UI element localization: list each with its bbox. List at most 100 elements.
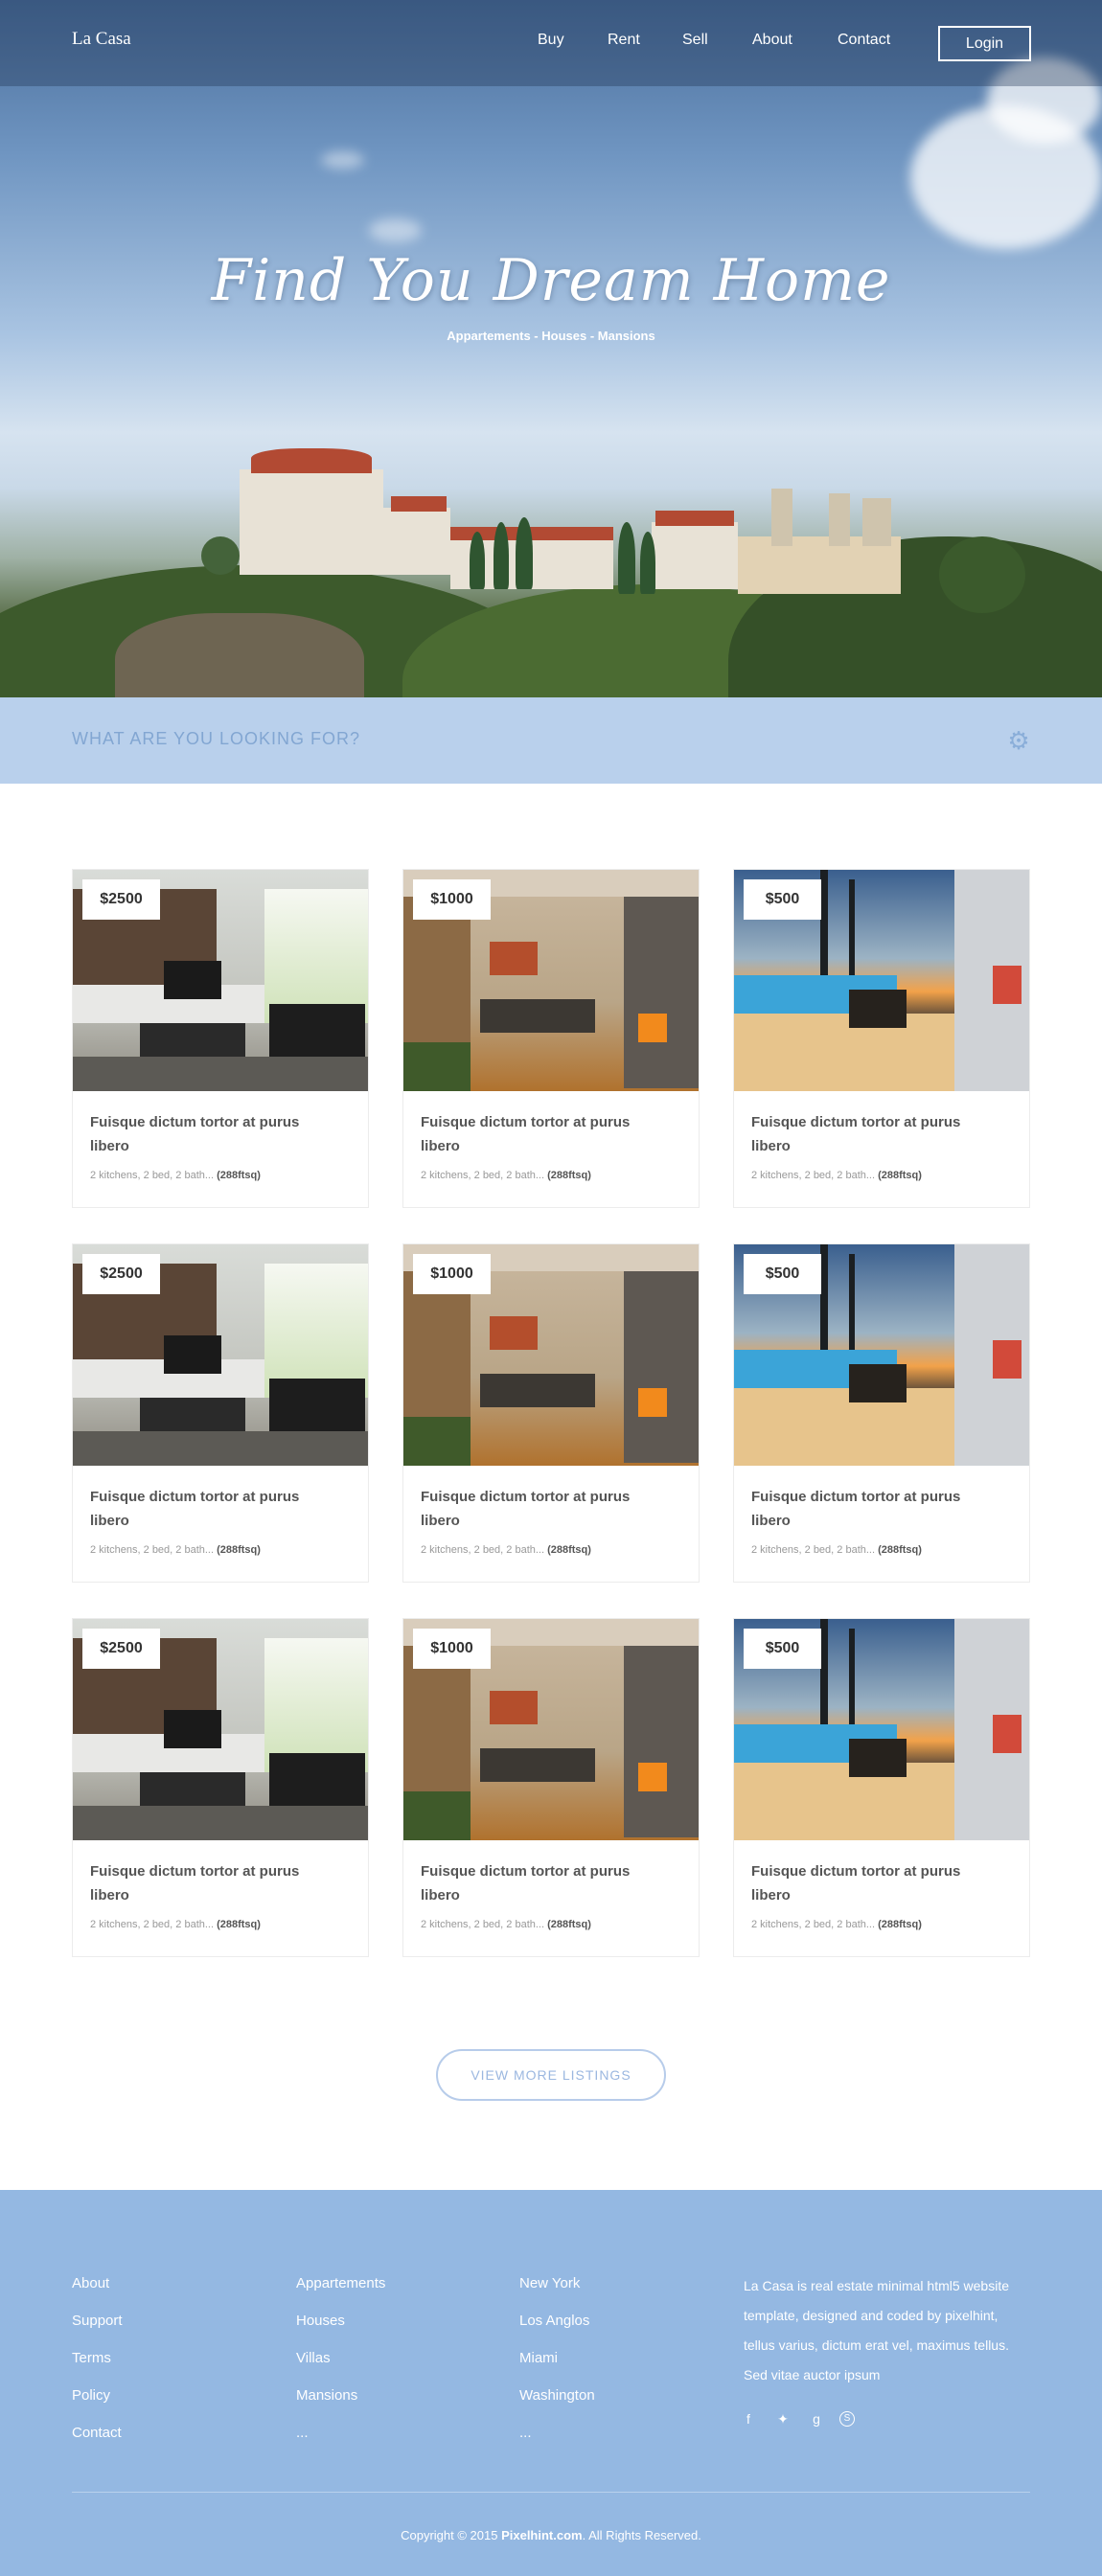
listing-card[interactable]: $500 Fuisque dictum tortor at purus liber… — [733, 1243, 1030, 1583]
footer-link-policy[interactable]: Policy — [72, 2387, 110, 2404]
listing-rooms: 2 kitchens, 2 bed, 2 bath... — [90, 1544, 215, 1556]
nav-sell[interactable]: Sell — [682, 32, 708, 49]
copyright-text: Copyright © 2015 Pixelhint.com. All Righ… — [0, 2528, 1102, 2542]
gear-icon[interactable]: ⚙ — [1006, 728, 1031, 753]
footer-link-more-types[interactable]: ... — [296, 2425, 309, 2441]
castle-roof — [251, 448, 372, 473]
castle-roof — [655, 511, 734, 526]
photo-detail — [73, 1431, 368, 1466]
footer-link-support[interactable]: Support — [72, 2313, 123, 2329]
footer-link-new-york[interactable]: New York — [519, 2275, 580, 2291]
footer-link-appartements[interactable]: Appartements — [296, 2275, 385, 2291]
footer-link-mansions[interactable]: Mansions — [296, 2387, 357, 2404]
footer-divider — [72, 2492, 1030, 2493]
listing-title[interactable]: Fuisque dictum tortor at purus libero — [421, 1485, 670, 1533]
listing-card[interactable]: $500 Fuisque dictum tortor at purus liber… — [733, 869, 1030, 1208]
tree — [201, 536, 240, 575]
listing-area: (288ftsq) — [217, 1170, 261, 1181]
photo-detail — [993, 966, 1022, 1004]
footer-link-miami[interactable]: Miami — [519, 2350, 558, 2366]
castle-building — [652, 522, 738, 589]
listing-details: 2 kitchens, 2 bed, 2 bath... (288ftsq) — [751, 1919, 922, 1930]
photo-detail — [140, 1023, 245, 1057]
google-icon[interactable]: g — [809, 2411, 824, 2427]
listing-title[interactable]: Fuisque dictum tortor at purus libero — [90, 1110, 339, 1158]
photo-detail — [164, 1710, 221, 1748]
photo-detail — [73, 1057, 368, 1091]
footer-link-terms[interactable]: Terms — [72, 2350, 111, 2366]
listing-title[interactable]: Fuisque dictum tortor at purus libero — [90, 1859, 339, 1907]
listing-card[interactable]: $500 Fuisque dictum tortor at purus liber… — [733, 1618, 1030, 1957]
cloud — [321, 151, 364, 169]
listing-title[interactable]: Fuisque dictum tortor at purus libero — [90, 1485, 339, 1533]
facebook-icon[interactable]: f — [741, 2411, 756, 2427]
copyright-prefix: Copyright © 2015 — [401, 2528, 498, 2542]
listing-area: (288ftsq) — [217, 1544, 261, 1556]
castle-building — [383, 508, 450, 575]
listing-title[interactable]: Fuisque dictum tortor at purus libero — [751, 1859, 1000, 1907]
footer-link-more-cities[interactable]: ... — [519, 2425, 532, 2441]
photo-detail — [164, 961, 221, 999]
twitter-icon[interactable]: ✦ — [775, 2411, 791, 2427]
photo-detail — [849, 879, 855, 975]
footer-link-villas[interactable]: Villas — [296, 2350, 331, 2366]
listing-card[interactable]: $2500 Fuisque dictum tortor at purus libe… — [72, 1243, 369, 1583]
castle-tower — [829, 493, 850, 546]
listing-details: 2 kitchens, 2 bed, 2 bath... (288ftsq) — [421, 1919, 591, 1930]
photo-detail — [403, 1271, 471, 1434]
listing-details: 2 kitchens, 2 bed, 2 bath... (288ftsq) — [751, 1544, 922, 1556]
search-prompt[interactable]: WHAT ARE YOU LOOKING FOR? — [72, 729, 360, 749]
photo-detail — [638, 1388, 667, 1417]
photo-detail — [264, 1638, 368, 1772]
photo-detail — [480, 999, 595, 1033]
search-bar[interactable]: WHAT ARE YOU LOOKING FOR? — [0, 697, 1102, 784]
login-button[interactable]: Login — [938, 26, 1031, 61]
listing-title[interactable]: Fuisque dictum tortor at purus libero — [751, 1110, 1000, 1158]
view-more-listings-button[interactable]: VIEW MORE LISTINGS — [436, 2049, 666, 2101]
photo-detail — [624, 1646, 699, 1837]
listing-card[interactable]: $1000 Fuisque dictum tortor at purus libe… — [402, 869, 700, 1208]
listing-card[interactable]: $1000 Fuisque dictum tortor at purus libe… — [402, 1243, 700, 1583]
footer-link-contact[interactable]: Contact — [72, 2425, 122, 2441]
tree — [494, 522, 509, 589]
listing-title[interactable]: Fuisque dictum tortor at purus libero — [751, 1485, 1000, 1533]
photo-detail — [480, 1748, 595, 1782]
photo-detail — [403, 1417, 471, 1466]
photo-detail — [403, 1646, 471, 1809]
footer-link-houses[interactable]: Houses — [296, 2313, 345, 2329]
brand-logo[interactable]: La Casa — [72, 29, 131, 50]
photo-detail — [638, 1763, 667, 1791]
photo-detail — [490, 1316, 538, 1350]
footer-link-los-anglos[interactable]: Los Anglos — [519, 2313, 589, 2329]
listing-rooms: 2 kitchens, 2 bed, 2 bath... — [751, 1919, 876, 1930]
listing-title[interactable]: Fuisque dictum tortor at purus libero — [421, 1859, 670, 1907]
footer-link-about[interactable]: About — [72, 2275, 109, 2291]
photo-detail — [403, 1791, 471, 1840]
nav-rent[interactable]: Rent — [608, 32, 640, 49]
photo-detail — [73, 1806, 368, 1840]
hero-subtitle: Appartements - Houses - Mansions — [447, 329, 655, 343]
photo-detail — [638, 1014, 667, 1042]
photo-detail — [264, 889, 368, 1023]
photo-detail — [820, 870, 828, 975]
nav-contact[interactable]: Contact — [838, 32, 890, 49]
tree — [640, 532, 655, 594]
listing-title[interactable]: Fuisque dictum tortor at purus libero — [421, 1110, 670, 1158]
hero-section: La Casa Buy Rent Sell About Contact Logi… — [0, 0, 1102, 697]
footer-link-washington[interactable]: Washington — [519, 2387, 595, 2404]
copyright-site-link[interactable]: Pixelhint.com — [501, 2528, 583, 2542]
tree — [618, 522, 635, 594]
photo-detail — [849, 990, 907, 1028]
nav-about[interactable]: About — [752, 32, 792, 49]
footer-about-text: La Casa is real estate minimal html5 web… — [744, 2278, 1010, 2382]
listing-area: (288ftsq) — [547, 1919, 591, 1930]
listing-card[interactable]: $1000 Fuisque dictum tortor at purus libe… — [402, 1618, 700, 1957]
nav-buy[interactable]: Buy — [538, 32, 564, 49]
listing-card[interactable]: $2500 Fuisque dictum tortor at purus libe… — [72, 869, 369, 1208]
listing-card[interactable]: $2500 Fuisque dictum tortor at purus libe… — [72, 1618, 369, 1957]
castle-building — [240, 469, 383, 575]
skype-icon[interactable]: S — [839, 2411, 855, 2427]
listing-details: 2 kitchens, 2 bed, 2 bath... (288ftsq) — [421, 1170, 591, 1181]
price-tag: $500 — [744, 1254, 821, 1294]
price-tag: $2500 — [82, 1629, 160, 1669]
